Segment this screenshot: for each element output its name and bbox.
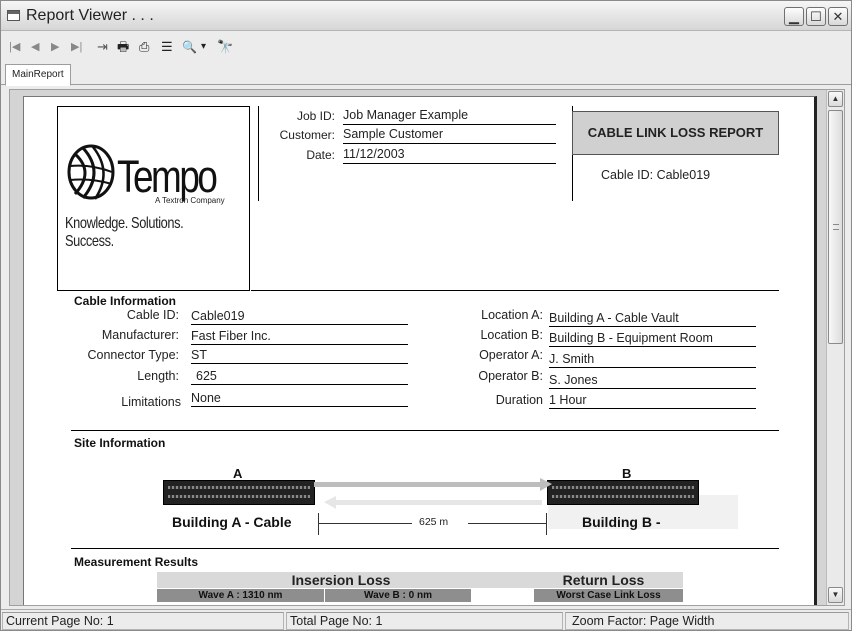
signal-arrow-left — [324, 496, 542, 509]
limitations-value: None — [191, 391, 408, 407]
prev-page-icon[interactable]: ◀ — [31, 38, 39, 56]
dimension-line — [468, 523, 546, 524]
connector-type-value: ST — [191, 348, 408, 364]
connector-type-label: Connector Type: — [87, 348, 180, 362]
last-page-icon[interactable]: ▶| — [71, 38, 82, 56]
cable-id-label: Cable ID: — [126, 308, 179, 322]
toolbar: |◀ ◀ ▶ ▶| ⇥ 🖶 ⎙ ☰ 🔍 ▾ 🔭 — [1, 32, 851, 62]
insertion-loss-header: Insersion Loss — [157, 572, 525, 588]
app-icon — [7, 10, 20, 21]
section-rule — [71, 548, 779, 549]
header-cable-id: Cable ID: Cable019 — [601, 168, 711, 182]
worst-case-header: Worst Case Link Loss — [534, 589, 683, 602]
first-page-icon[interactable]: |◀ — [9, 38, 20, 56]
duration-value: 1 Hour — [549, 393, 756, 409]
total-page-status: Total Page No: 1 — [286, 612, 563, 630]
scroll-up-button[interactable]: ▲ — [828, 91, 843, 107]
report-viewer-window: Report Viewer . . . ▁ ☐ ✕ |◀ ◀ ▶ ▶| ⇥ 🖶 … — [0, 0, 852, 631]
tab-main-report[interactable]: MainReport — [5, 64, 71, 86]
zoom-status: Zoom Factor: Page Width — [565, 612, 849, 630]
location-a-label: Location A: — [481, 308, 543, 322]
wave-b-header: Wave B : 0 nm — [325, 589, 471, 602]
cable-id-value: Cable019 — [191, 309, 408, 325]
export-icon[interactable]: ⎙ — [139, 38, 149, 56]
job-id-label: Job ID: — [296, 109, 335, 123]
logo-subtitle: A Textron Company — [155, 196, 225, 205]
search-icon[interactable]: 🔭 — [217, 38, 233, 56]
logo-box: Tempo A Textron Company Knowledge. Solut… — [57, 106, 250, 291]
operator-a-label: Operator A: — [479, 348, 543, 362]
manufacturer-value: Fast Fiber Inc. — [191, 329, 408, 345]
zoom-icon[interactable]: 🔍 — [182, 38, 197, 56]
close-icon: ✕ — [832, 9, 844, 24]
window-title: Report Viewer . . . — [26, 7, 154, 24]
date-value: 11/12/2003 — [343, 147, 556, 164]
chevron-down-icon: ▼ — [831, 590, 840, 599]
site-info-title: Site Information — [74, 436, 166, 450]
manufacturer-label: Manufacturer: — [101, 328, 179, 342]
duration-label: Duration — [495, 393, 543, 407]
location-b-value: Building B - Equipment Room — [549, 331, 756, 347]
maximize-icon: ☐ — [810, 9, 822, 24]
customer-value: Sample Customer — [343, 127, 556, 144]
close-button[interactable]: ✕ — [828, 7, 848, 26]
patch-panel-b — [547, 480, 699, 505]
report-page: Tempo A Textron Company Knowledge. Solut… — [23, 96, 817, 605]
dimension-tick — [546, 513, 547, 535]
wave-a-header: Wave A : 1310 nm — [157, 589, 324, 602]
vertical-scrollbar[interactable]: ▲ ▼ — [826, 90, 844, 605]
print-icon[interactable]: 🖶 — [117, 38, 129, 56]
title-bar: Report Viewer . . . ▁ ☐ ✕ — [1, 1, 851, 31]
status-bar: Current Page No: 1 Total Page No: 1 Zoom… — [1, 609, 851, 630]
site-b-building: Building B - — [582, 514, 661, 530]
minimize-button[interactable]: ▁ — [784, 7, 804, 26]
scroll-down-button[interactable]: ▼ — [828, 587, 843, 603]
scroll-thumb[interactable] — [828, 110, 843, 344]
dimension-tick — [318, 513, 319, 535]
section-rule — [71, 430, 779, 431]
next-page-icon[interactable]: ▶ — [51, 38, 59, 56]
goto-page-icon[interactable]: ⇥ — [97, 38, 108, 56]
site-a-letter: A — [233, 466, 243, 481]
operator-b-label: Operator B: — [478, 369, 543, 383]
distance-label: 625 m — [419, 516, 449, 528]
patch-panel-a — [163, 480, 315, 505]
signal-arrow-right — [314, 478, 552, 491]
chevron-up-icon: ▲ — [831, 94, 840, 103]
zoom-dropdown-icon[interactable]: ▾ — [201, 38, 206, 56]
location-b-label: Location B: — [480, 328, 543, 342]
current-page-status: Current Page No: 1 — [2, 612, 284, 630]
operator-b-value: S. Jones — [549, 373, 756, 389]
limitations-label: Limitations — [121, 395, 181, 409]
operator-a-value: J. Smith — [549, 352, 756, 368]
site-a-building: Building A - Cable — [172, 514, 292, 530]
logo-tagline: Knowledge. Solutions. Success. — [65, 215, 184, 250]
measurement-title: Measurement Results — [74, 555, 199, 569]
maximize-button[interactable]: ☐ — [806, 7, 826, 26]
return-loss-header: Return Loss — [524, 572, 683, 588]
tempo-globe-logo — [67, 144, 115, 200]
job-id-value: Job Manager Example — [343, 108, 556, 125]
grip-icon — [833, 224, 839, 230]
report-area: Tempo A Textron Company Knowledge. Solut… — [9, 89, 845, 606]
header-rule — [251, 290, 779, 291]
header-divider — [258, 106, 259, 201]
minimize-icon: ▁ — [789, 9, 799, 24]
location-a-value: Building A - Cable Vault — [549, 311, 756, 327]
report-title: CABLE LINK LOSS REPORT — [572, 111, 779, 155]
length-value: 625 — [191, 369, 408, 385]
dimension-line — [319, 523, 412, 524]
site-b-letter: B — [622, 466, 632, 481]
date-label: Date: — [306, 148, 335, 162]
length-label: Length: — [137, 369, 179, 383]
tree-toggle-icon[interactable]: ☰ — [161, 38, 173, 56]
cable-info-title: Cable Information — [74, 294, 177, 308]
customer-label: Customer: — [279, 128, 335, 142]
tab-strip: MainReport — [1, 62, 851, 86]
